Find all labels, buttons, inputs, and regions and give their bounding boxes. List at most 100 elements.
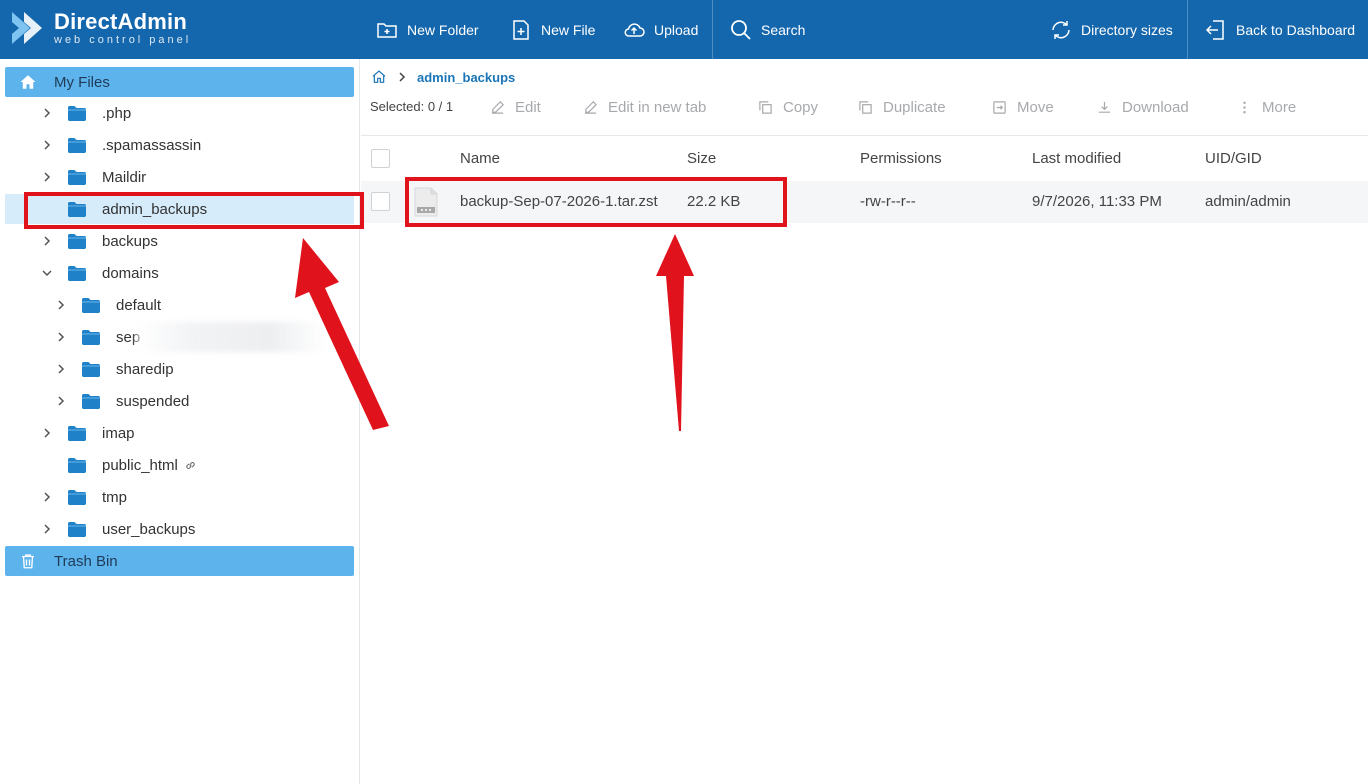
folder-icon <box>68 137 86 153</box>
chevron-right-icon[interactable] <box>40 490 54 504</box>
chevron-right-icon[interactable] <box>54 330 68 344</box>
file-last-modified: 9/7/2026, 11:33 PM <box>1032 193 1162 210</box>
copy-icon <box>759 101 772 114</box>
row-checkbox[interactable] <box>371 192 390 211</box>
move-icon <box>993 101 1006 114</box>
sidebar-item-maildir[interactable]: Maildir <box>40 162 146 192</box>
directory-sizes-button[interactable]: Directory sizes <box>1049 0 1173 59</box>
chevron-right-icon[interactable] <box>40 522 54 536</box>
sidebar-item-label: tmp <box>102 488 128 506</box>
select-all-checkbox[interactable] <box>371 149 390 168</box>
edit-in-new-tab-button[interactable]: Edit in new tab <box>583 99 706 116</box>
move-label: Move <box>1017 99 1054 116</box>
folder-icon <box>82 361 100 377</box>
sidebar-item-suspended[interactable]: suspended <box>54 386 189 416</box>
chevron-right-icon[interactable] <box>54 362 68 376</box>
chevron-right-icon[interactable] <box>54 298 68 312</box>
chevron-right-icon[interactable] <box>40 170 54 184</box>
toolbar-divider <box>1187 0 1188 59</box>
folder-icon <box>68 425 86 441</box>
trash-icon <box>22 554 34 569</box>
pencil-icon <box>584 101 597 114</box>
sidebar-item-label: backups <box>102 232 158 250</box>
sidebar-item-tmp[interactable]: tmp <box>40 482 127 512</box>
new-folder-button[interactable]: New Folder <box>375 0 479 59</box>
search-button[interactable]: Search <box>729 0 805 59</box>
sidebar-item-default[interactable]: default <box>54 290 161 320</box>
pencil-icon <box>491 101 504 114</box>
folder-icon <box>68 265 86 281</box>
file-owner: admin/admin <box>1205 193 1291 210</box>
column-header-last-modified[interactable]: Last modified <box>1032 150 1121 167</box>
sidebar-item-public-html[interactable]: public_html <box>40 450 197 480</box>
folder-icon <box>82 329 100 345</box>
edit-button[interactable]: Edit <box>490 99 541 116</box>
my-files-label: My Files <box>54 73 110 91</box>
folder-icon <box>68 489 86 505</box>
breadcrumb: admin_backups <box>371 69 515 85</box>
file-browser-main: admin_backups Selected: 0 / 1 Edit Edit … <box>361 59 1368 784</box>
exit-icon <box>1205 19 1224 40</box>
logo-chevron-icon <box>12 12 42 44</box>
move-button[interactable]: Move <box>992 99 1054 116</box>
folder-icon <box>68 233 86 249</box>
sidebar-item-domains[interactable]: domains <box>40 258 159 288</box>
top-bar: DirectAdmin web control panel New Folder… <box>0 0 1368 59</box>
sidebar-item-label: domains <box>102 264 159 282</box>
chevron-right-icon[interactable] <box>40 234 54 248</box>
breadcrumb-current[interactable]: admin_backups <box>417 70 515 85</box>
chevron-down-icon[interactable] <box>40 266 54 280</box>
sidebar-item-label: public_html <box>102 456 178 474</box>
chevron-right-icon[interactable] <box>40 138 54 152</box>
search-icon <box>731 19 751 40</box>
folder-icon <box>68 457 86 473</box>
sidebar-item-sep[interactable]: sep <box>54 322 140 352</box>
folder-icon <box>68 105 86 121</box>
annotation-highlight-folder <box>24 192 364 229</box>
new-folder-label: New Folder <box>407 21 479 38</box>
column-header-size[interactable]: Size <box>687 150 716 167</box>
sidebar-item-label: default <box>116 296 162 314</box>
new-file-button[interactable]: New File <box>509 0 595 59</box>
sidebar-item-label: suspended <box>116 392 190 410</box>
directadmin-logo[interactable]: DirectAdmin web control panel <box>10 8 191 48</box>
sidebar-item-user-backups[interactable]: user_backups <box>40 514 195 544</box>
new-file-label: New File <box>541 21 596 38</box>
folder-icon <box>68 169 86 185</box>
duplicate-label: Duplicate <box>883 99 946 116</box>
more-vertical-icon <box>1243 101 1246 114</box>
sidebar-item-spamassassin[interactable]: .spamassassin <box>40 130 201 160</box>
action-bar: Selected: 0 / 1 Edit Edit in new tab Cop… <box>370 99 1360 121</box>
download-button[interactable]: Download <box>1097 99 1189 116</box>
divider <box>361 135 1368 136</box>
my-files-header[interactable]: My Files <box>5 67 354 97</box>
edit-in-new-tab-label: Edit in new tab <box>608 99 707 116</box>
sidebar-item-imap[interactable]: imap <box>40 418 135 448</box>
home-icon[interactable] <box>371 69 387 85</box>
annotation-highlight-file <box>405 177 787 227</box>
copy-button[interactable]: Copy <box>758 99 818 116</box>
refresh-icon <box>1052 20 1070 39</box>
chevron-right-icon[interactable] <box>40 106 54 120</box>
sidebar-item-sharedip[interactable]: sharedip <box>54 354 174 384</box>
download-icon <box>1098 101 1111 113</box>
back-to-dashboard-button[interactable]: Back to Dashboard <box>1204 0 1355 59</box>
duplicate-button[interactable]: Duplicate <box>858 99 946 116</box>
trash-bin-label: Trash Bin <box>54 552 118 570</box>
sidebar-item-label: .php <box>102 104 132 122</box>
trash-bin-header[interactable]: Trash Bin <box>5 546 354 576</box>
sidebar-item-php[interactable]: .php <box>40 98 131 128</box>
duplicate-icon <box>859 101 872 114</box>
upload-button[interactable]: Upload <box>622 0 698 59</box>
directory-sizes-label: Directory sizes <box>1081 21 1173 38</box>
column-header-uid-gid[interactable]: UID/GID <box>1205 150 1262 167</box>
sidebar-item-backups[interactable]: backups <box>40 226 158 256</box>
column-header-permissions[interactable]: Permissions <box>860 150 942 167</box>
more-button[interactable]: More <box>1237 99 1296 116</box>
selection-count: Selected: 0 / 1 <box>370 99 454 114</box>
chevron-right-icon[interactable] <box>40 426 54 440</box>
column-header-name[interactable]: Name <box>460 150 500 167</box>
chevron-right-icon[interactable] <box>54 394 68 408</box>
file-permissions[interactable]: -rw-r--r-- <box>860 193 916 210</box>
